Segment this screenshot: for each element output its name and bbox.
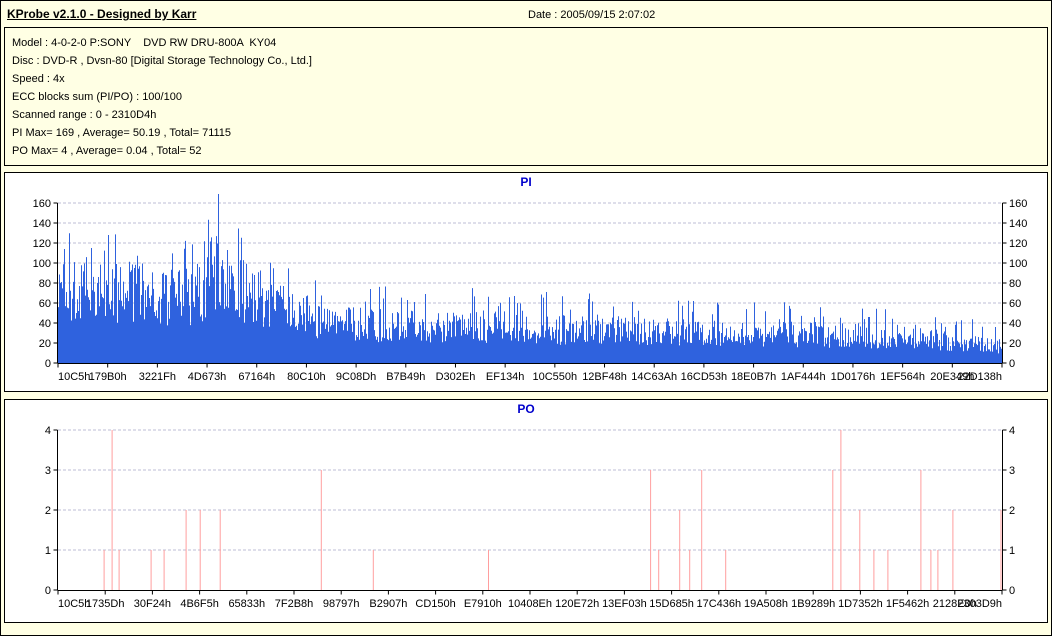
info-speed: Speed : 4x — [12, 73, 65, 85]
svg-text:16CD53h: 16CD53h — [681, 371, 727, 383]
svg-text:2: 2 — [45, 505, 51, 517]
svg-text:160: 160 — [1009, 198, 1027, 210]
kprobe-window: KProbe v2.1.0 - Designed by Karr Date : … — [0, 0, 1052, 636]
svg-text:140: 140 — [1009, 218, 1027, 230]
svg-text:120E72h: 120E72h — [555, 598, 599, 610]
info-scanned-range: Scanned range : 0 - 2310D4h — [12, 109, 157, 121]
svg-text:80: 80 — [39, 278, 51, 290]
svg-text:3: 3 — [45, 465, 51, 477]
scan-date: Date : 2005/09/15 2:07:02 — [528, 9, 656, 21]
info-model: Model : 4-0-2-0 P:SONY DVD RW DRU-800A K… — [12, 37, 277, 49]
po-chart-panel: PO 0 0 1 1 2 2 3 3 4 4 10C5h 1735Dh 30F24h 4B6F5h 6583… — [4, 399, 1048, 623]
svg-text:120: 120 — [33, 238, 51, 250]
svg-text:4: 4 — [1009, 425, 1015, 437]
svg-text:D302Eh: D302Eh — [436, 371, 476, 383]
svg-text:18E0B7h: 18E0B7h — [731, 371, 776, 383]
svg-text:65833h: 65833h — [228, 598, 265, 610]
svg-text:4D673h: 4D673h — [188, 371, 227, 383]
info-disc: Disc : DVD-R , Dvsn-80 [Digital Storage … — [12, 55, 312, 67]
svg-text:40: 40 — [1009, 318, 1021, 330]
svg-text:0: 0 — [45, 358, 51, 370]
svg-text:13EF03h: 13EF03h — [602, 598, 647, 610]
svg-text:80C10h: 80C10h — [287, 371, 326, 383]
svg-text:12BF48h: 12BF48h — [582, 371, 627, 383]
svg-text:3221Fh: 3221Fh — [139, 371, 176, 383]
title-row: KProbe v2.1.0 - Designed by Karr Date : … — [1, 1, 1051, 27]
svg-text:160: 160 — [33, 198, 51, 210]
scan-info-box: Model : 4-0-2-0 P:SONY DVD RW DRU-800A K… — [4, 27, 1048, 166]
svg-text:60: 60 — [1009, 298, 1021, 310]
svg-text:120: 120 — [1009, 238, 1027, 250]
svg-text:14C63Ah: 14C63Ah — [631, 371, 677, 383]
svg-text:98797h: 98797h — [323, 598, 360, 610]
pi-chart-title: PI — [520, 175, 532, 189]
svg-text:1F5462h: 1F5462h — [886, 598, 929, 610]
po-chart: 0 01 12 23 34 410C5h1735Dh 30F24h 4B6F5h 65833h 7… — [45, 425, 1015, 610]
pi-chart-panel: PI 0 0 20 20 40 40 60 60 80 80 100 100 120 120 140 140 1… — [4, 172, 1048, 392]
pi-chart: 0 0 20 20 40 40 60 60 80 80 100 100 120 120 140 140 160 1… — [33, 194, 1027, 383]
svg-text:EF134h: EF134h — [486, 371, 525, 383]
svg-text:2: 2 — [1009, 505, 1015, 517]
svg-text:30F24h: 30F24h — [134, 598, 171, 610]
svg-text:7F2B8h: 7F2B8h — [275, 598, 314, 610]
info-pi-stats: PI Max= 169 , Average= 50.19 , Total= 71… — [12, 127, 232, 139]
svg-text:4B6F5h: 4B6F5h — [180, 598, 219, 610]
svg-text:179B0h: 179B0h — [89, 371, 127, 383]
svg-text:3: 3 — [1009, 465, 1015, 477]
svg-text:19A508h: 19A508h — [744, 598, 788, 610]
info-ecc-sum: ECC blocks sum (PI/PO) : 100/100 — [12, 91, 182, 103]
svg-text:10C550h: 10C550h — [533, 371, 578, 383]
svg-text:1AF444h: 1AF444h — [781, 371, 826, 383]
svg-text:B7B49h: B7B49h — [386, 371, 425, 383]
svg-text:0: 0 — [1009, 358, 1015, 370]
svg-text:4: 4 — [45, 425, 51, 437]
svg-text:10C5h: 10C5h — [58, 371, 90, 383]
svg-text:100: 100 — [1009, 258, 1027, 270]
svg-text:60: 60 — [39, 298, 51, 310]
svg-text:20: 20 — [39, 338, 51, 350]
svg-text:CD150h: CD150h — [415, 598, 455, 610]
svg-text:140: 140 — [33, 218, 51, 230]
svg-text:67164h: 67164h — [238, 371, 275, 383]
svg-text:2303D9h: 2303D9h — [957, 598, 1002, 610]
svg-text:17C436h: 17C436h — [696, 598, 741, 610]
po-chart-title: PO — [517, 402, 535, 416]
svg-text:1D7352h: 1D7352h — [838, 598, 883, 610]
svg-text:20: 20 — [1009, 338, 1021, 350]
svg-text:E7910h: E7910h — [464, 598, 502, 610]
svg-text:1EF564h: 1EF564h — [880, 371, 925, 383]
svg-text:9C08Dh: 9C08Dh — [336, 371, 376, 383]
svg-text:40: 40 — [39, 318, 51, 330]
svg-text:22D138h: 22D138h — [957, 371, 1002, 383]
svg-text:80: 80 — [1009, 278, 1021, 290]
info-po-stats: PO Max= 4 , Average= 0.04 , Total= 52 — [12, 145, 202, 157]
app-title: KProbe v2.1.0 - Designed by Karr — [7, 7, 197, 21]
svg-text:1: 1 — [45, 545, 51, 557]
svg-text:10408Eh: 10408Eh — [508, 598, 552, 610]
svg-text:0: 0 — [45, 585, 51, 597]
svg-text:1: 1 — [1009, 545, 1015, 557]
svg-text:100: 100 — [33, 258, 51, 270]
svg-text:B2907h: B2907h — [369, 598, 407, 610]
svg-text:0: 0 — [1009, 585, 1015, 597]
svg-text:1D0176h: 1D0176h — [831, 371, 876, 383]
svg-text:1B9289h: 1B9289h — [791, 598, 835, 610]
svg-text:1735Dh: 1735Dh — [86, 598, 125, 610]
svg-text:15D685h: 15D685h — [649, 598, 694, 610]
